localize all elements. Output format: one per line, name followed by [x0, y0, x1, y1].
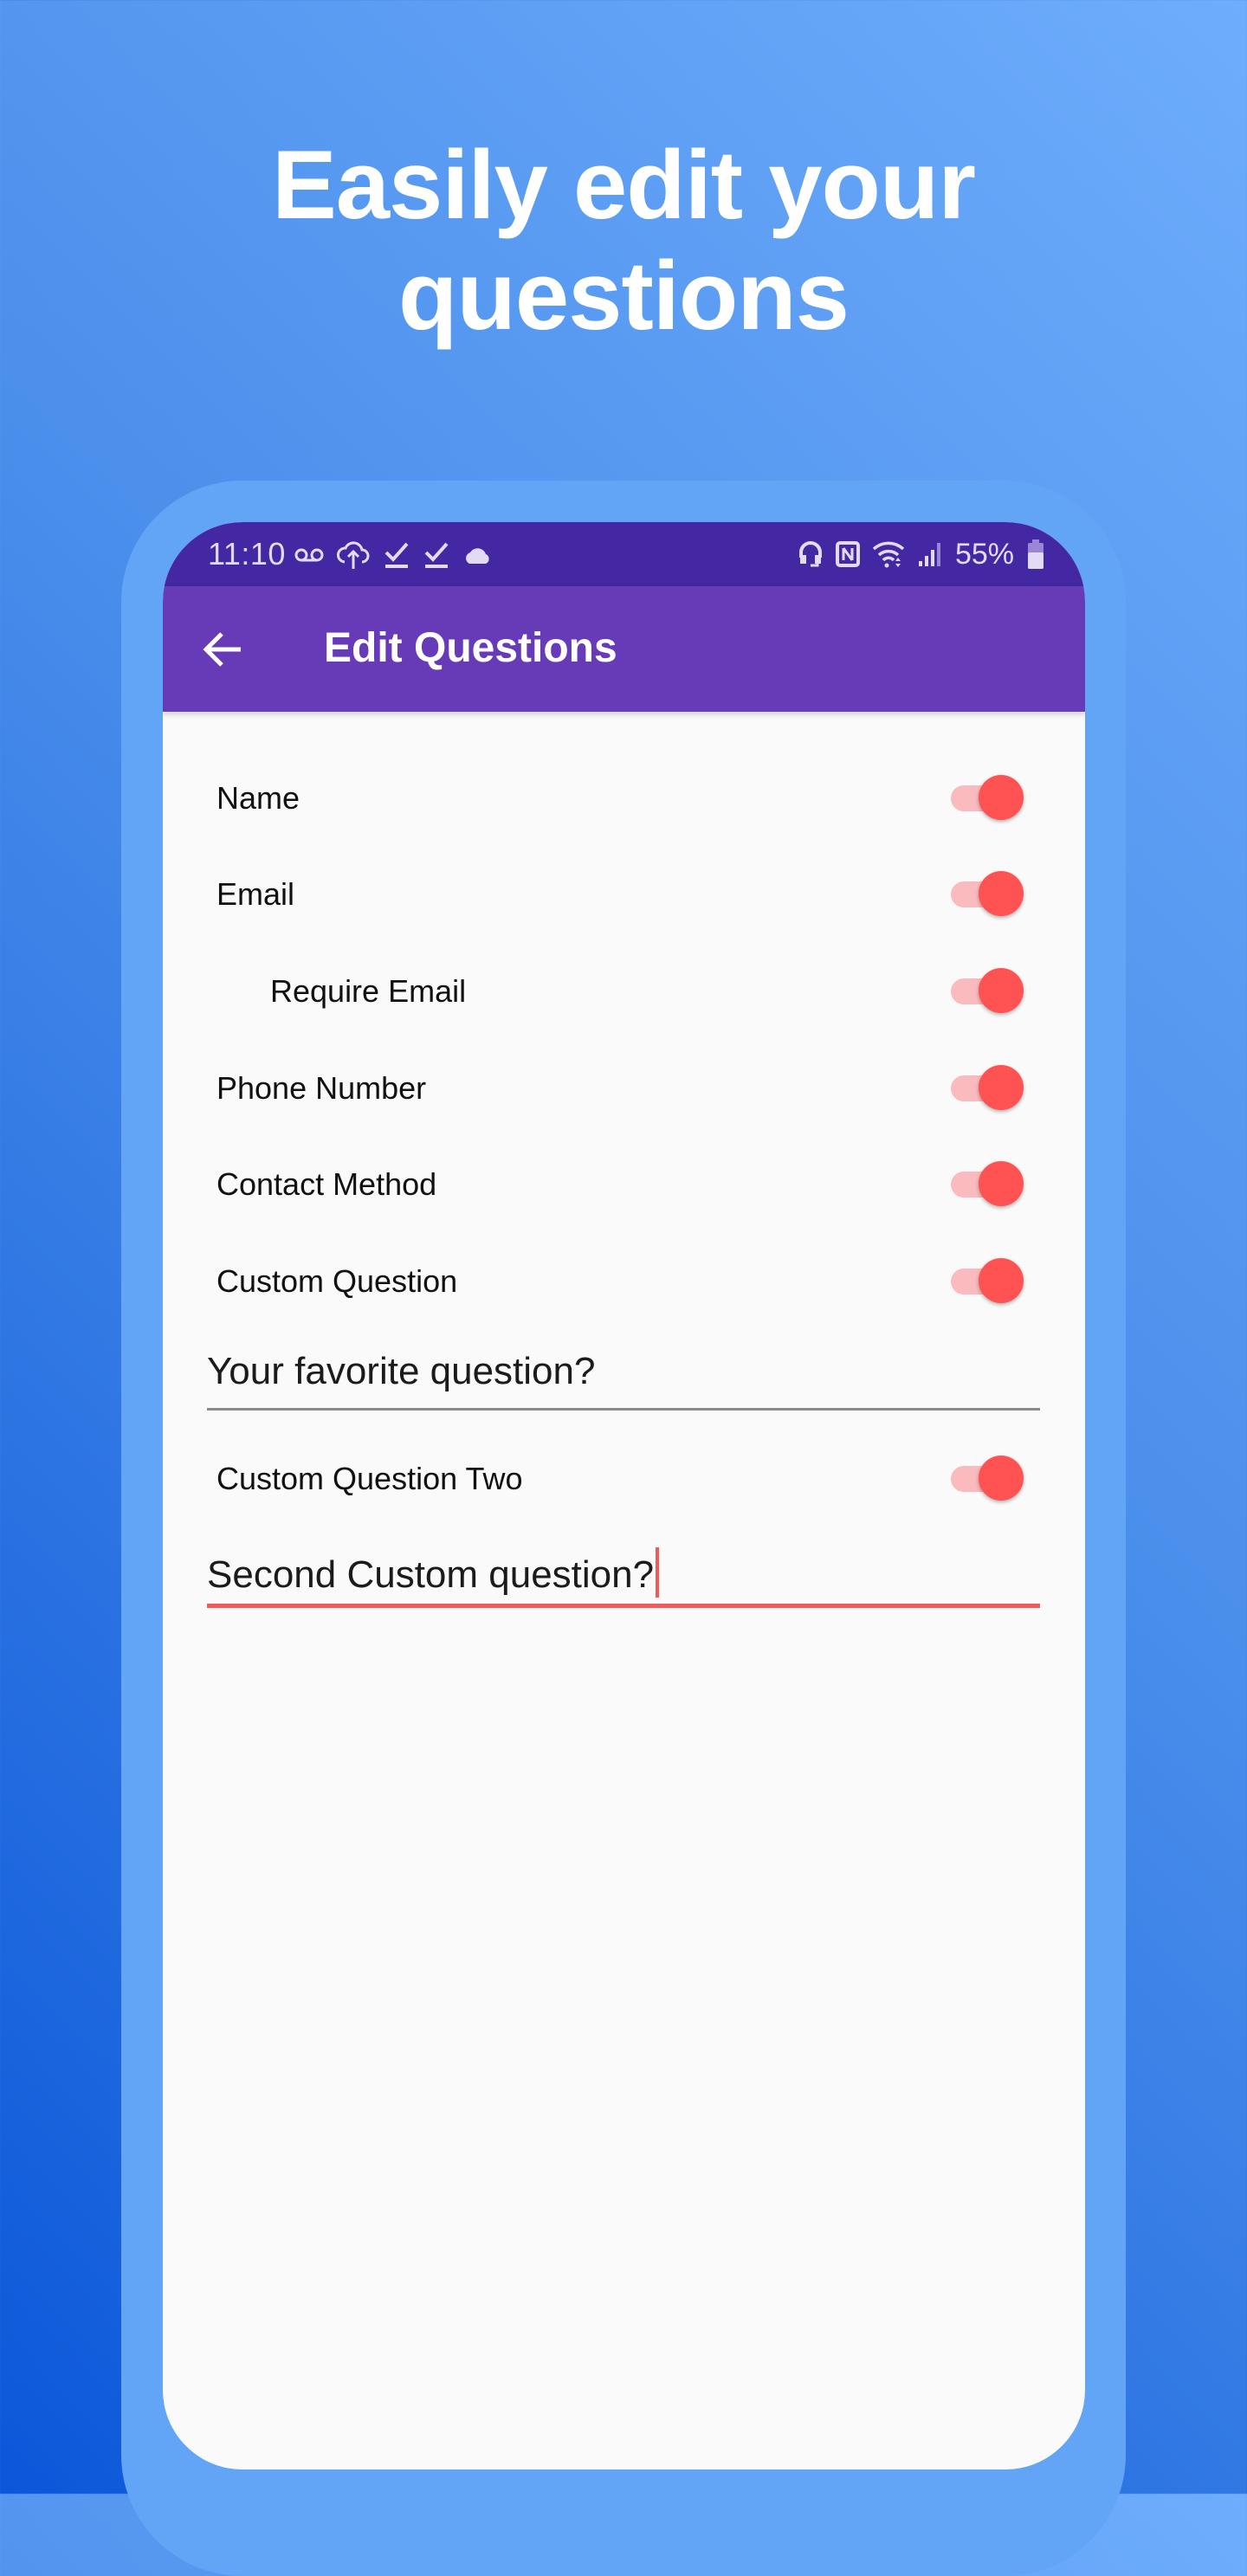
question-row-name: Name	[163, 754, 1085, 841]
question-label: Contact Method	[216, 1166, 437, 1202]
system-icons: 55%	[798, 536, 1045, 572]
question-row-custom-question: Custom Question	[163, 1237, 1085, 1324]
headline-line-2: questions	[398, 242, 850, 350]
toggle-thumb	[979, 775, 1024, 820]
text-cursor	[656, 1547, 660, 1598]
custom-question-two-value: Second Custom question?	[207, 1553, 655, 1596]
question-row-phone-number: Phone Number	[163, 1044, 1085, 1131]
contact-method-toggle[interactable]	[951, 1159, 1024, 1208]
download-done-icon	[423, 540, 450, 570]
custom-question-two-toggle[interactable]	[951, 1454, 1024, 1502]
name-toggle[interactable]	[951, 773, 1024, 822]
question-label: Require Email	[270, 973, 467, 1009]
phone-screen: 11:10 55% Edit Questions Name Email Requ…	[163, 522, 1085, 2469]
phone-number-toggle[interactable]	[951, 1063, 1024, 1112]
status-bar: 11:10 55%	[163, 522, 1085, 586]
question-label: Custom Question	[216, 1263, 458, 1299]
question-row-contact-method: Contact Method	[163, 1140, 1085, 1227]
require-email-toggle[interactable]	[951, 966, 1024, 1015]
nfc-icon	[835, 541, 860, 567]
cloud-icon	[462, 545, 494, 565]
toggle-thumb	[979, 968, 1024, 1013]
toggle-thumb	[979, 1258, 1024, 1303]
question-row-email: Email	[163, 850, 1085, 937]
promo-headline: Easily edit your questions	[0, 130, 1247, 352]
wifi-icon	[872, 540, 905, 568]
question-row-require-email: Require Email	[163, 947, 1085, 1034]
question-label: Custom Question Two	[216, 1461, 523, 1496]
toggle-thumb	[979, 1456, 1024, 1501]
toggle-thumb	[979, 1065, 1024, 1110]
battery-percent: 55%	[954, 537, 1014, 571]
app-bar: Edit Questions	[163, 586, 1085, 712]
custom-question-input[interactable]: Your favorite question?	[207, 1341, 1040, 1411]
question-label: Name	[216, 780, 300, 816]
custom-question-toggle[interactable]	[951, 1256, 1024, 1305]
custom-question-two-value-wrap[interactable]: Second Custom question?	[207, 1547, 660, 1598]
question-label: Email	[216, 876, 295, 912]
cloud-upload-icon	[336, 539, 371, 571]
signal-icon	[917, 540, 943, 568]
download-done-icon	[383, 540, 410, 570]
notification-icons	[294, 538, 494, 572]
arrow-back-icon[interactable]	[201, 628, 244, 671]
email-toggle[interactable]	[951, 869, 1024, 918]
question-row-custom-question-two: Custom Question Two	[163, 1435, 1085, 1521]
input-underline-focused	[207, 1604, 1040, 1608]
question-label: Phone Number	[216, 1070, 427, 1106]
battery-icon	[1026, 539, 1045, 570]
custom-question-two-input[interactable]: Second Custom question?	[207, 1539, 1040, 1608]
voicemail-icon	[294, 546, 324, 564]
input-underline	[207, 1408, 1040, 1411]
headline-line-1: Easily edit your	[272, 131, 976, 239]
page-title: Edit Questions	[324, 625, 617, 671]
status-time: 11:10	[208, 536, 286, 571]
toggle-thumb	[979, 871, 1024, 916]
toggle-thumb	[979, 1161, 1024, 1206]
headset-icon	[798, 540, 824, 568]
custom-question-value[interactable]: Your favorite question?	[207, 1350, 595, 1393]
